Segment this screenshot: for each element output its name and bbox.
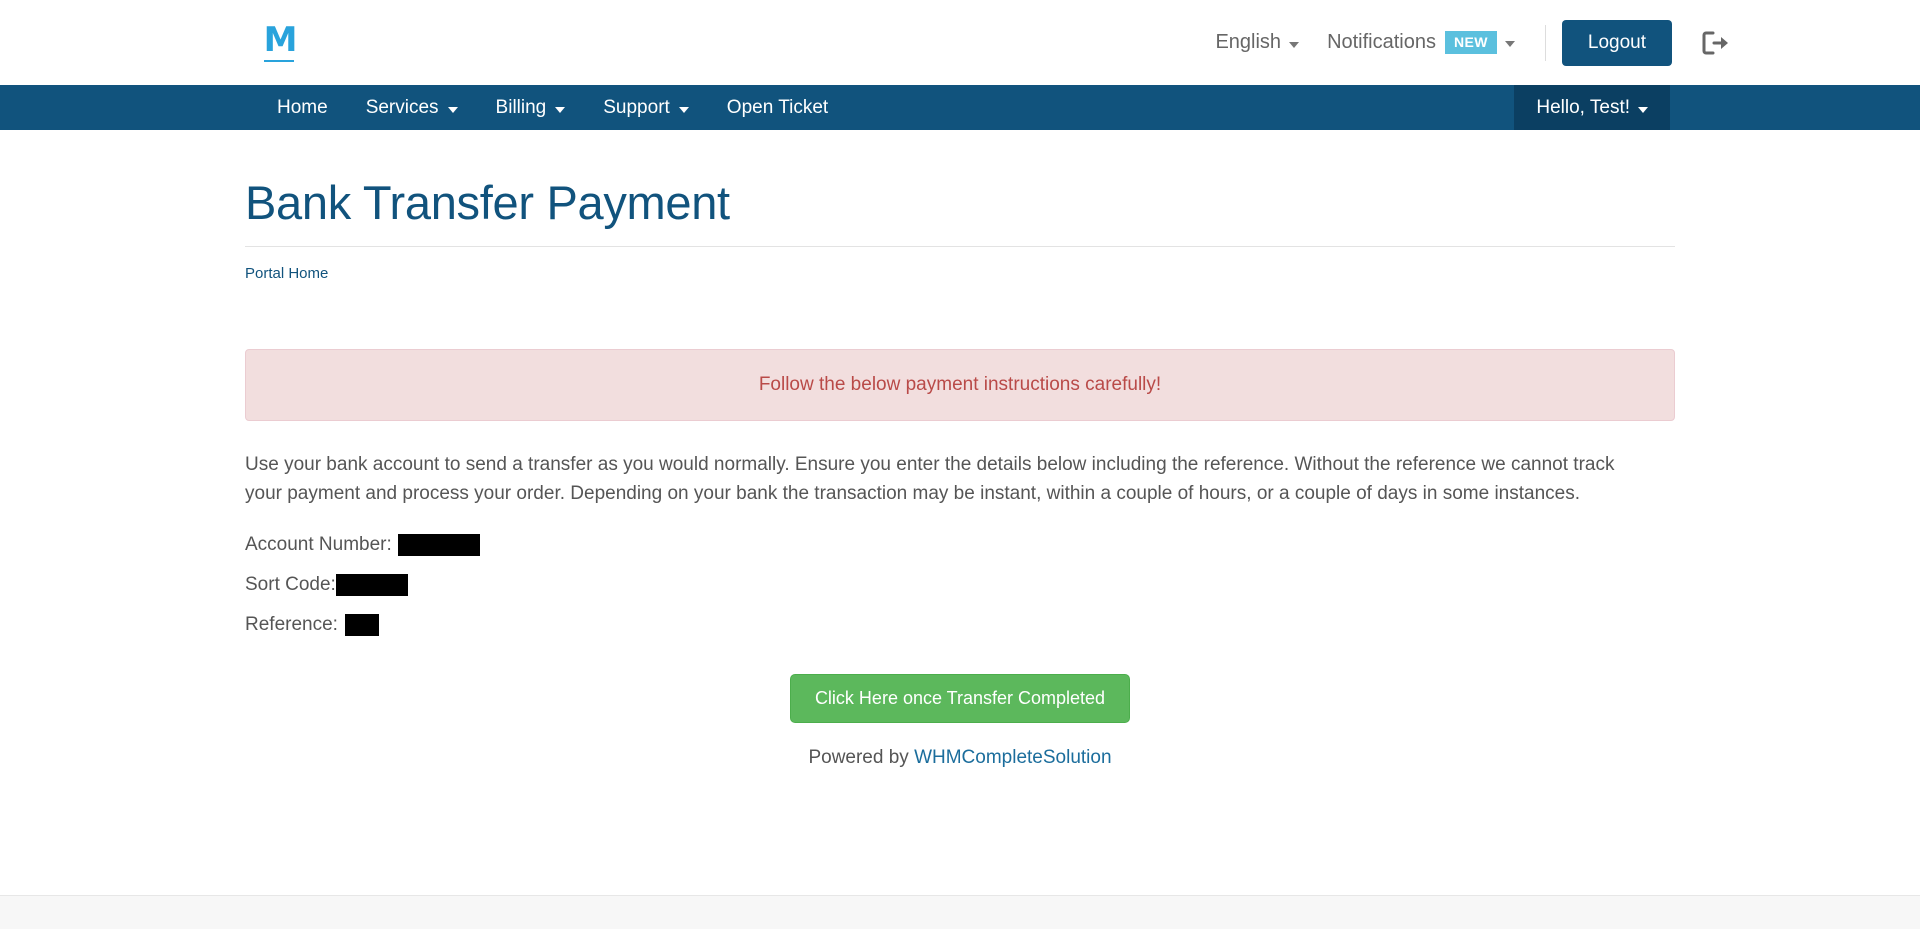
page-title: Bank Transfer Payment [245,176,730,229]
notifications-menu[interactable]: Notifications NEW [1313,30,1529,55]
nav-item-support[interactable]: Support [584,85,708,130]
chevron-down-icon [678,106,689,113]
chevron-down-icon [1289,41,1300,48]
whmcs-link[interactable]: WHMCompleteSolution [914,747,1111,768]
chevron-down-icon [555,106,566,113]
footer-container: Copyright © 2018 Module Market. All Righ… [245,896,1675,929]
breadcrumb[interactable]: Portal Home [245,247,1675,282]
transfer-instructions-text: Use your bank account to send a transfer… [245,454,1615,505]
detail-label: Account Number: [245,533,392,555]
sign-out-icon[interactable] [1700,28,1730,58]
chevron-down-icon [1504,41,1515,48]
logo-letter-m: M [263,20,298,60]
main-navigation: Home Services Billing Support Open Ticke… [0,85,1920,130]
main-content: Bank Transfer Payment Portal Home Follow… [0,130,1920,929]
redacted-value-sort-code [335,573,408,596]
powered-by-text: Powered by WHMCompleteSolution [245,747,1675,769]
confirm-button-row: Click Here once Transfer Completed [245,673,1675,723]
detail-sort-code: Sort Code: [245,573,1675,596]
logout-button[interactable]: Logout [1561,19,1672,66]
nav-items-container: Home Services Billing Support Open Ticke… [258,85,847,130]
site-logo[interactable]: M [258,18,302,66]
chevron-down-icon [1638,106,1648,113]
header-divider [1544,24,1546,61]
alert-message: Follow the below payment instructions ca… [758,374,1162,395]
detail-label: Sort Code: [245,573,336,595]
top-header: M English Notifications NEW Logout [0,0,1920,85]
page-wrapper: M English Notifications NEW Logout Home … [0,0,1920,929]
detail-label: Reference: [245,613,338,635]
nav-label: Support [603,96,670,118]
nav-label: Billing [495,96,547,118]
detail-account-number: Account Number: [245,533,1675,556]
payment-instructions-alert: Follow the below payment instructions ca… [245,349,1675,421]
transfer-completed-button[interactable]: Click Here once Transfer Completed [789,673,1131,723]
notifications-label: Notifications [1327,30,1436,53]
notifications-new-badge: NEW [1445,30,1497,55]
language-label: English [1215,31,1282,53]
nav-label: Services [365,96,439,118]
user-greeting-label: Hello, Test! [1536,96,1630,118]
page-footer: Copyright © 2018 Module Market. All Righ… [0,895,1920,929]
detail-reference: Reference: [245,613,1675,636]
powered-by-prefix: Powered by [808,746,915,768]
redacted-value-reference [344,613,379,636]
nav-item-services[interactable]: Services [347,85,477,130]
redacted-value-account-number [397,533,480,556]
nav-item-home[interactable]: Home [258,85,347,130]
nav-item-open-ticket[interactable]: Open Ticket [708,85,847,130]
logo-underline [264,60,294,62]
language-selector[interactable]: English [1201,31,1313,54]
user-account-menu[interactable]: Hello, Test! [1514,85,1670,130]
nav-item-billing[interactable]: Billing [477,85,585,130]
content-container: Bank Transfer Payment Portal Home Follow… [245,130,1675,769]
breadcrumb-portal-home: Portal Home [245,265,329,282]
nav-label: Home [277,96,328,118]
header-right-controls: English Notifications NEW Logout [1201,0,1730,85]
nav-label: Open Ticket [726,96,829,118]
chevron-down-icon [447,106,458,113]
